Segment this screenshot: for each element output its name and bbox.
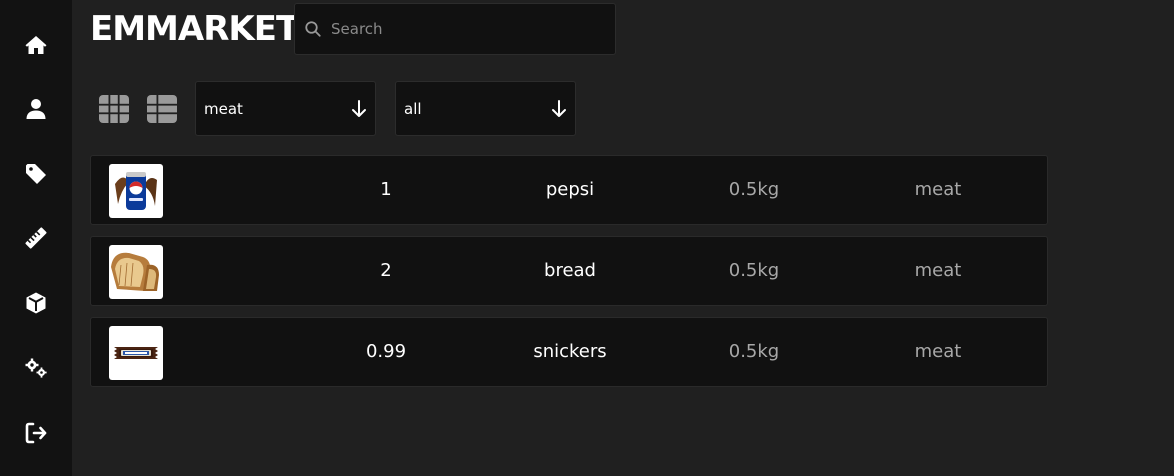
ruler-icon <box>25 227 47 249</box>
nav-settings[interactable] <box>0 348 72 388</box>
list-view-icon <box>147 95 177 123</box>
nav-profile[interactable] <box>0 89 72 129</box>
gears-icon <box>25 358 47 378</box>
product-thumbnail-snickers <box>109 326 163 380</box>
category-filter-value: meat <box>204 99 243 118</box>
arrow-down-icon <box>552 99 566 117</box>
arrow-down-icon <box>352 99 366 117</box>
nav-tags[interactable] <box>0 154 72 194</box>
nav-home[interactable] <box>0 25 72 65</box>
secondary-filter-value: all <box>404 99 422 118</box>
product-row[interactable]: 2 bread 0.5kg meat <box>90 236 1048 306</box>
product-row[interactable]: 1 pepsi 0.5kg meat <box>90 155 1048 225</box>
category-filter-select[interactable]: meat <box>195 81 376 136</box>
product-category: meat <box>914 179 962 200</box>
product-name: pepsi <box>545 179 595 200</box>
secondary-filter-select[interactable]: all <box>395 81 576 136</box>
product-price: 1 <box>380 179 392 200</box>
product-thumbnail-bread <box>109 245 163 299</box>
home-icon <box>25 36 47 54</box>
product-name: bread <box>544 260 596 281</box>
list-view-button[interactable] <box>146 94 178 124</box>
product-weight: 0.5kg <box>728 260 780 281</box>
app-brand: EMMARKET <box>90 9 299 49</box>
grid-view-icon <box>99 95 129 123</box>
grid-view-button[interactable] <box>98 94 130 124</box>
logout-icon <box>25 422 47 444</box>
tag-icon <box>26 164 46 184</box>
nav-products[interactable] <box>0 283 72 323</box>
product-category: meat <box>914 260 962 281</box>
product-price: 2 <box>380 260 392 281</box>
sidebar <box>0 0 72 476</box>
product-row[interactable]: 0.99 snickers 0.5kg meat <box>90 317 1048 387</box>
product-name: snickers <box>533 341 607 362</box>
box-icon <box>26 292 46 314</box>
product-price: 0.99 <box>365 341 407 362</box>
product-category: meat <box>914 341 962 362</box>
search-box[interactable] <box>294 3 616 55</box>
product-weight: 0.5kg <box>728 179 780 200</box>
nav-logout[interactable] <box>0 413 72 453</box>
user-icon <box>26 99 46 119</box>
search-input[interactable] <box>329 19 613 39</box>
nav-measures[interactable] <box>0 218 72 258</box>
search-icon <box>305 21 321 37</box>
product-weight: 0.5kg <box>728 341 780 362</box>
product-thumbnail-pepsi <box>109 164 163 218</box>
